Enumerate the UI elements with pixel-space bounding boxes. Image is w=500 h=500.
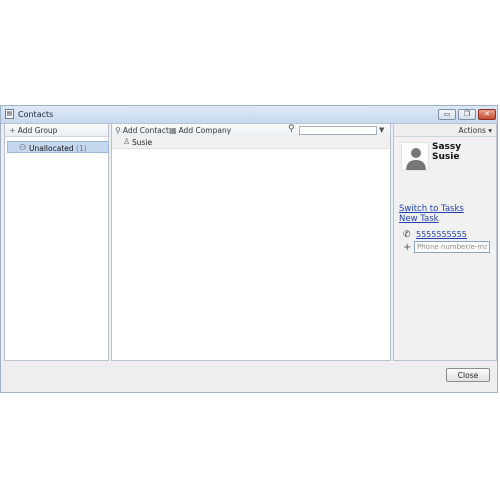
magnifier-icon[interactable]: ⚲ xyxy=(288,124,295,134)
group-icon: ⚇ xyxy=(19,143,27,152)
contacts-window: ▤ Contacts ▭ ❐ ✕ + Add Group ⚇ Unallocate… xyxy=(0,105,498,393)
contacts-panel: ⚲ Add Contact ▦ Add Company ⚲ ▼ ♙ Susie xyxy=(111,123,391,361)
contacts-window-icon: ▤ xyxy=(5,109,14,119)
add-company-icon: ▦ xyxy=(169,126,177,135)
groups-panel: + Add Group ⚇ Unallocated (1) xyxy=(4,123,109,361)
minimize-button[interactable]: ▭ xyxy=(438,109,456,120)
details-toolbar: Actions ▾ xyxy=(394,124,496,137)
search-input[interactable] xyxy=(299,126,377,135)
last-name: Susie xyxy=(432,152,460,162)
add-contact-icon: ⚲ xyxy=(115,126,121,135)
search-dropdown-icon[interactable]: ▼ xyxy=(379,126,384,134)
add-contact-label: Add Contact xyxy=(122,126,169,135)
close-button[interactable]: Close xyxy=(446,368,490,382)
title-bar: ▤ Contacts ▭ ❐ ✕ xyxy=(1,106,497,124)
phone-email-input[interactable] xyxy=(414,241,490,253)
group-item-unallocated[interactable]: ⚇ Unallocated (1) xyxy=(7,141,109,153)
avatar-silhouette-icon xyxy=(406,148,426,170)
first-name: Sassy xyxy=(432,142,462,152)
restore-button[interactable]: ❐ xyxy=(458,109,476,120)
details-panel: Actions ▾ Sassy Susie Switch to Tasks Ne… xyxy=(393,123,497,361)
add-group-button[interactable]: + Add Group xyxy=(9,126,57,135)
contact-list-item[interactable]: ♙ Susie xyxy=(112,136,390,149)
phone-number-link[interactable]: 5555555555 xyxy=(416,230,467,239)
new-task-link[interactable]: New Task xyxy=(399,214,439,224)
contact-full-name: Sassy Susie xyxy=(432,142,492,162)
contact-name: Susie xyxy=(132,138,153,147)
avatar xyxy=(401,142,429,171)
actions-menu[interactable]: Actions ▾ xyxy=(458,126,492,135)
add-contact-button[interactable]: ⚲ Add Contact xyxy=(115,126,169,135)
phone-icon: ✆ xyxy=(403,230,411,240)
plus-icon: + xyxy=(9,126,16,135)
add-company-label: Add Company xyxy=(178,126,232,135)
plus-icon[interactable]: + xyxy=(403,243,411,253)
person-icon: ♙ xyxy=(123,137,131,146)
add-group-label: Add Group xyxy=(17,126,58,135)
window-title: Contacts xyxy=(18,110,54,119)
switch-to-tasks-link[interactable]: Switch to Tasks xyxy=(399,204,464,214)
add-company-button[interactable]: ▦ Add Company xyxy=(169,126,231,135)
group-label: Unallocated xyxy=(29,144,74,153)
close-window-button[interactable]: ✕ xyxy=(478,109,496,120)
group-count: (1) xyxy=(76,144,87,153)
groups-toolbar: + Add Group xyxy=(5,124,108,137)
